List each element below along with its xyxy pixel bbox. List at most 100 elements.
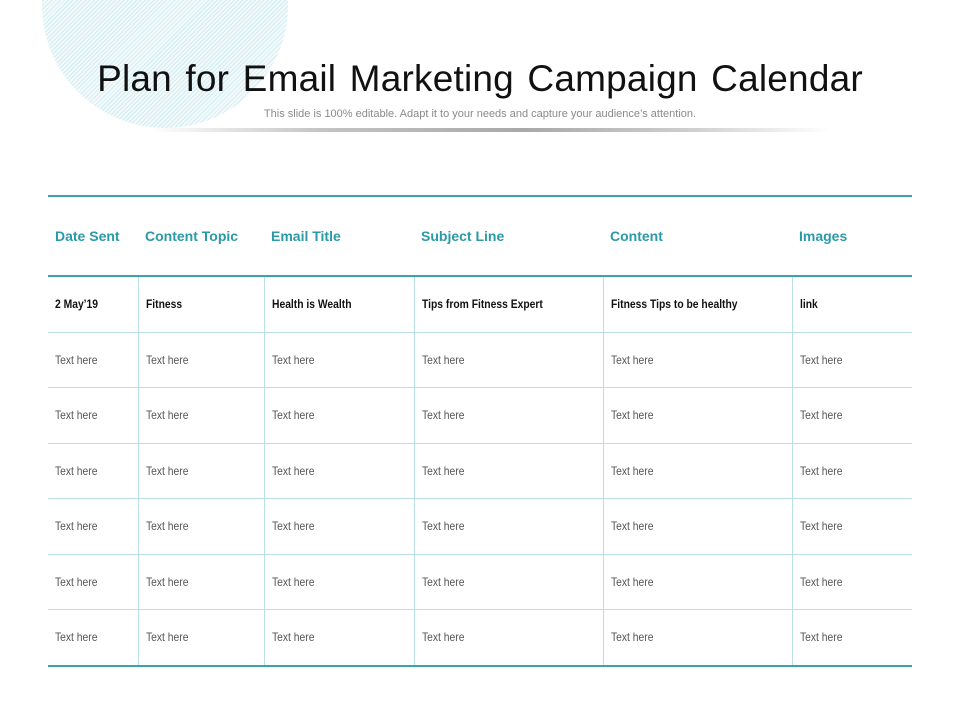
header-subject-line: Subject Line [421,228,505,244]
cell-content-topic[interactable]: Fitness [137,275,264,332]
cell-content[interactable]: Text here [602,498,792,554]
cell-content-topic[interactable]: Text here [137,442,264,499]
cell-subject-line[interactable]: Tips from Fitness Expert [413,275,603,332]
cell-subject-line[interactable]: Text here [413,609,603,667]
cell-date-sent[interactable]: Text here [48,387,138,443]
cell-content[interactable]: Text here [602,442,792,499]
slide-subtitle: This slide is 100% editable. Adapt it to… [263,108,697,120]
cell-text: Text here [610,574,653,589]
cell-images[interactable]: Text here [791,331,912,388]
table-row: Text here Text here Text here Text here Text… [48,609,912,667]
cell-email-title[interactable]: Text here [263,442,414,499]
cell-text: Text here [271,574,314,589]
cell-text: Text here [55,352,98,367]
cell-text: Text here [271,463,314,478]
header-images: Images [799,228,848,244]
cell-email-title[interactable]: Text here [263,498,414,554]
cell-text: Text here [145,574,188,589]
cell-images[interactable]: Text here [791,498,912,554]
cell-subject-line[interactable]: Text here [413,498,603,554]
cell-subject-line[interactable]: Text here [413,331,603,388]
table-row: Text here Text here Text here Text here Text… [48,498,912,554]
cell-text: 2 May’19 [55,297,99,312]
cell-text: Text here [55,630,98,645]
cell-content-topic[interactable]: Text here [137,609,264,667]
cell-images[interactable]: Text here [791,609,912,667]
cell-content-topic[interactable]: Text here [137,331,264,388]
table-row: Text here Text here Text here Text here Text… [48,553,912,610]
cell-content-topic[interactable]: Text here [137,387,264,443]
cell-text: Health is Wealth [271,297,352,312]
cell-email-title[interactable]: Health is Wealth [263,275,414,332]
cell-text: Text here [145,408,188,423]
title-divider [150,128,830,132]
cell-text: link [799,297,818,312]
cell-text: Text here [421,463,464,478]
cell-images[interactable]: Text here [791,553,912,610]
table-header-row: Date Sent Content Topic Email Title Subj… [48,196,912,276]
header-content: Content [610,228,663,244]
cell-text: Text here [421,630,464,645]
cell-email-title[interactable]: Text here [263,553,414,610]
cell-text: Text here [610,352,653,367]
cell-text: Text here [55,408,98,423]
cell-text: Text here [610,519,653,534]
slide-title: Plan for Email Marketing Campaign Calend… [97,58,863,99]
cell-content[interactable]: Text here [602,553,792,610]
table-row: Text here Text here Text here Text here Text… [48,387,912,443]
cell-text: Text here [421,519,464,534]
cell-text: Text here [421,352,464,367]
cell-text: Text here [421,574,464,589]
cell-images[interactable]: Text here [791,442,912,499]
header-email-title: Email Title [271,228,341,244]
cell-text: Text here [799,630,842,645]
cell-text: Text here [271,408,314,423]
cell-text: Text here [610,408,653,423]
cell-text: Text here [610,463,653,478]
cell-text: Text here [799,519,842,534]
campaign-calendar-table: Date Sent Content Topic Email Title Subj… [48,195,912,667]
cell-text: Text here [145,519,188,534]
cell-text: Fitness Tips to be healthy [610,297,738,312]
cell-date-sent[interactable]: Text here [48,553,138,610]
cell-content-topic[interactable]: Text here [137,553,264,610]
cell-images[interactable]: link [791,275,912,332]
cell-text: Text here [55,574,98,589]
table-row: Text here Text here Text here Text here Text… [48,331,912,388]
cell-text: Text here [271,630,314,645]
cell-text: Text here [145,630,188,645]
cell-text: Text here [271,519,314,534]
cell-date-sent[interactable]: Text here [48,331,138,388]
table-row: 2 May’19 Fitness Health is Wealth Tips from… [48,275,912,332]
cell-text: Fitness [145,297,182,312]
cell-date-sent[interactable]: Text here [48,442,138,499]
cell-date-sent[interactable]: Text here [48,609,138,667]
cell-text: Text here [145,352,188,367]
cell-text: Text here [55,519,98,534]
header-content-topic: Content Topic [145,228,239,244]
cell-text: Text here [610,630,653,645]
cell-email-title[interactable]: Text here [263,609,414,667]
cell-content[interactable]: Text here [602,331,792,388]
cell-text: Text here [799,574,842,589]
cell-text: Text here [421,408,464,423]
cell-date-sent[interactable]: 2 May’19 [48,275,138,332]
cell-content[interactable]: Text here [602,387,792,443]
cell-text: Text here [799,352,842,367]
cell-text: Text here [145,463,188,478]
cell-content[interactable]: Text here [602,609,792,667]
cell-text: Text here [799,408,842,423]
cell-content[interactable]: Fitness Tips to be healthy [602,275,792,332]
cell-text: Tips from Fitness Expert [421,297,543,312]
cell-subject-line[interactable]: Text here [413,442,603,499]
cell-email-title[interactable]: Text here [263,331,414,388]
table-row: Text here Text here Text here Text here Text… [48,442,912,499]
cell-text: Text here [271,352,314,367]
cell-subject-line[interactable]: Text here [413,387,603,443]
cell-content-topic[interactable]: Text here [137,498,264,554]
cell-email-title[interactable]: Text here [263,387,414,443]
cell-date-sent[interactable]: Text here [48,498,138,554]
cell-subject-line[interactable]: Text here [413,553,603,610]
cell-images[interactable]: Text here [791,387,912,443]
header-date-sent: Date Sent [55,228,120,244]
